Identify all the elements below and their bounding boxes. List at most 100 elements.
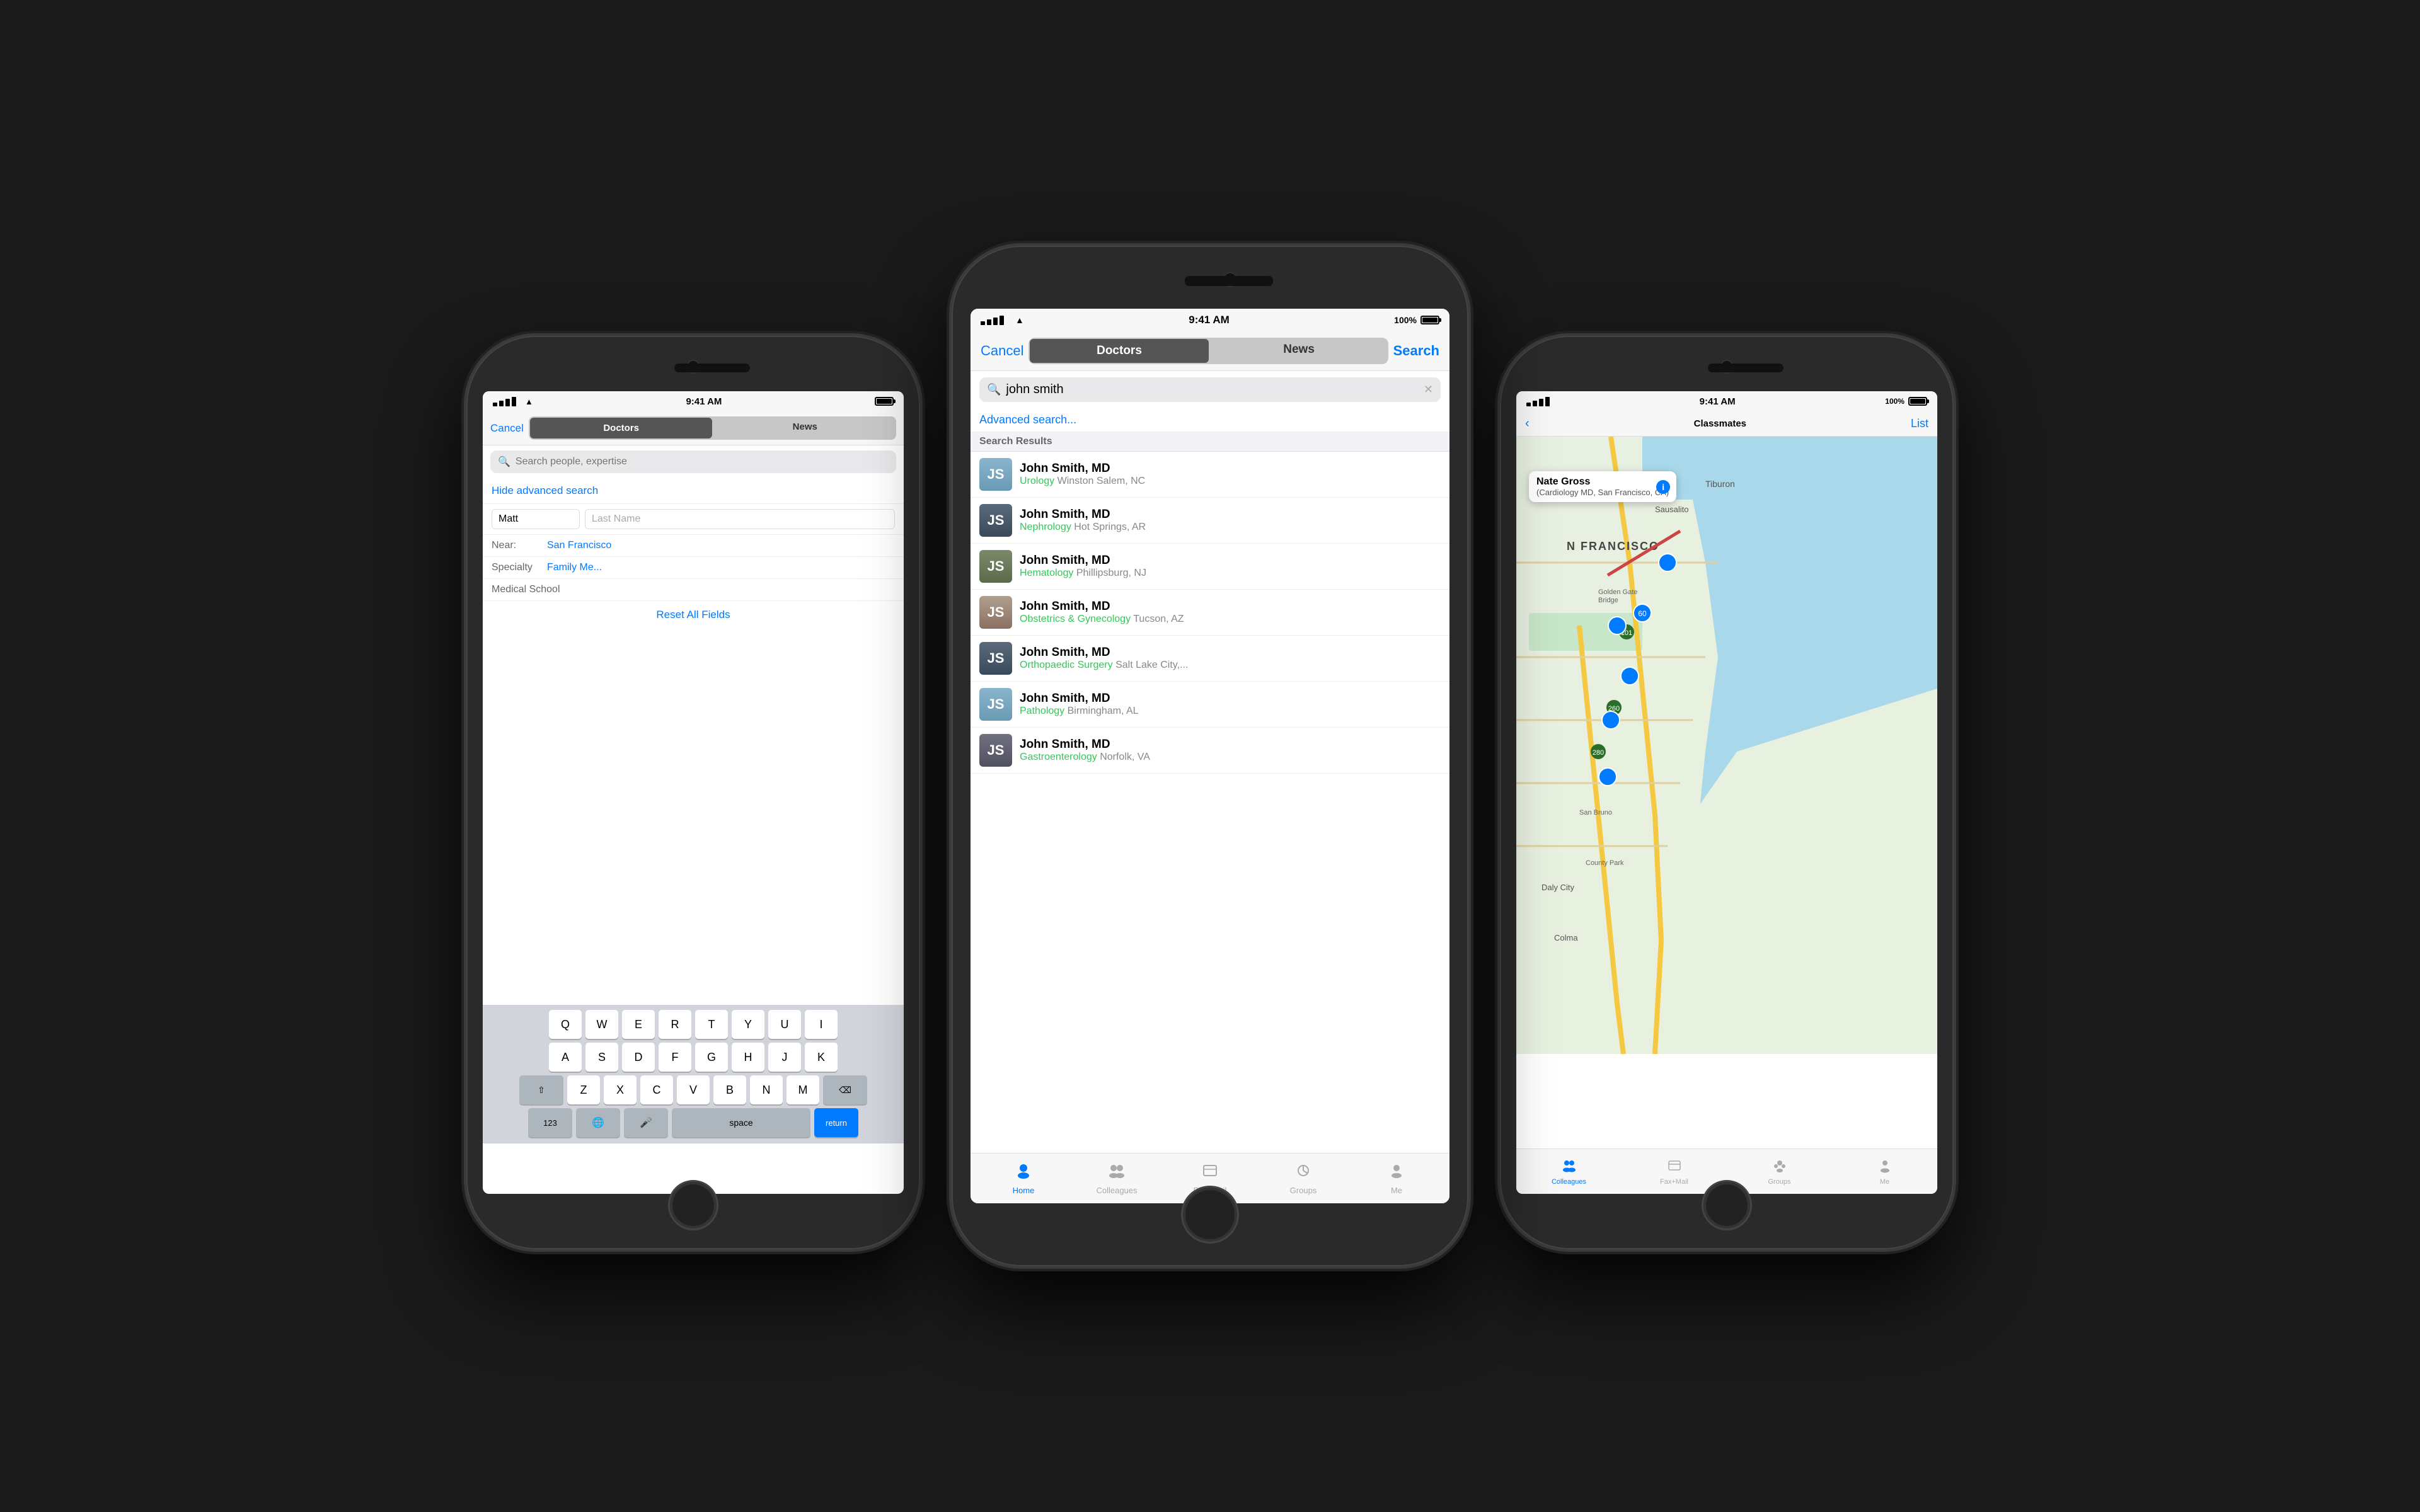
result-item-2[interactable]: JS John Smith, MD Nephrology Hot Springs… [971, 498, 1449, 544]
right-battery [1908, 397, 1927, 406]
key-v[interactable]: V [677, 1075, 710, 1104]
svg-text:Daly City: Daly City [1541, 883, 1575, 892]
right-status-left [1526, 397, 1550, 406]
svg-text:Bridge: Bridge [1598, 597, 1618, 604]
result-item-6[interactable]: JS John Smith, MD Pathology Birmingham, … [971, 682, 1449, 728]
specialty-value[interactable]: Family Me... [547, 562, 602, 573]
left-nav-bar: Cancel Doctors News [483, 411, 904, 445]
key-mic[interactable]: 🎤 [624, 1108, 668, 1137]
center-home-button[interactable] [1181, 1186, 1239, 1244]
center-search-input[interactable] [1006, 382, 1418, 397]
groups-icon [1294, 1162, 1312, 1184]
key-r[interactable]: R [659, 1010, 691, 1039]
key-g[interactable]: G [695, 1043, 728, 1072]
specialty-4: Obstetrics & Gynecology [1020, 614, 1131, 624]
kb-row-3: ⇧ Z X C V B N M ⌫ [485, 1075, 901, 1104]
r-dot-3 [1539, 399, 1543, 406]
key-s[interactable]: S [585, 1043, 618, 1072]
advanced-search-link[interactable]: Advanced search... [971, 408, 1449, 432]
left-cancel-button[interactable]: Cancel [490, 422, 524, 435]
center-search-button[interactable]: Search [1393, 343, 1439, 359]
key-b[interactable]: B [713, 1075, 746, 1104]
search-results-header: Search Results [971, 432, 1449, 452]
result-avatar-4: JS [979, 596, 1012, 629]
key-f[interactable]: F [659, 1043, 691, 1072]
near-value[interactable]: San Francisco [547, 540, 611, 551]
battery-bar [875, 397, 894, 406]
key-space[interactable]: space [672, 1108, 810, 1137]
callout-info-button[interactable]: i [1656, 480, 1670, 494]
right-home-button[interactable] [1702, 1180, 1752, 1230]
result-item-3[interactable]: JS John Smith, MD Hematology Phillipsbur… [971, 544, 1449, 590]
key-c[interactable]: C [640, 1075, 673, 1104]
center-doctors-tab[interactable]: Doctors [1030, 339, 1208, 363]
first-name-input[interactable] [492, 509, 580, 529]
key-j[interactable]: J [768, 1043, 801, 1072]
left-status-right [875, 397, 894, 406]
key-q[interactable]: Q [549, 1010, 582, 1039]
key-shift[interactable]: ⇧ [519, 1075, 563, 1104]
tab-groups[interactable]: Groups [1257, 1162, 1350, 1195]
right-back-button[interactable]: ‹ [1525, 416, 1530, 431]
center-status-bar: ▲ 9:41 AM 100% [971, 309, 1449, 331]
key-u[interactable]: U [768, 1010, 801, 1039]
result-item-4[interactable]: JS John Smith, MD Obstetrics & Gynecolog… [971, 590, 1449, 636]
result-specialty-4: Obstetrics & Gynecology Tucson, AZ [1020, 614, 1441, 625]
left-segment-control: Doctors News [529, 416, 896, 440]
result-name-4: John Smith, MD [1020, 600, 1441, 614]
avatar-face-1: JS [979, 458, 1012, 491]
near-label: Near: [492, 540, 542, 551]
key-e[interactable]: E [622, 1010, 655, 1039]
center-cancel-button[interactable]: Cancel [981, 343, 1023, 359]
avatar-face-4: JS [979, 596, 1012, 629]
signal-dot-3 [505, 399, 510, 406]
hide-advanced-link[interactable]: Hide advanced search [483, 478, 904, 504]
reset-fields-button[interactable]: Reset All Fields [483, 601, 904, 629]
key-y[interactable]: Y [732, 1010, 764, 1039]
result-item-1[interactable]: JS John Smith, MD Urology Winston Salem,… [971, 452, 1449, 498]
callout-name: Nate Gross [1536, 476, 1669, 488]
tab-colleagues[interactable]: Colleagues [1070, 1162, 1163, 1195]
key-m[interactable]: M [786, 1075, 819, 1104]
avatar-face-6: JS [979, 688, 1012, 721]
key-a[interactable]: A [549, 1043, 582, 1072]
key-123[interactable]: 123 [528, 1108, 572, 1137]
tab-me-label: Me [1391, 1186, 1402, 1195]
right-tab-colleagues[interactable]: Colleagues [1516, 1158, 1622, 1186]
result-name-3: John Smith, MD [1020, 554, 1441, 568]
center-news-tab[interactable]: News [1210, 338, 1388, 364]
key-k[interactable]: K [805, 1043, 838, 1072]
tab-home[interactable]: Home [977, 1162, 1070, 1195]
key-i[interactable]: I [805, 1010, 838, 1039]
center-battery-pct: 100% [1394, 315, 1417, 325]
key-z[interactable]: Z [567, 1075, 600, 1104]
result-item-5[interactable]: JS John Smith, MD Orthopaedic Surgery Sa… [971, 636, 1449, 682]
left-status-bar: ▲ 9:41 AM [483, 391, 904, 411]
result-name-5: John Smith, MD [1020, 646, 1441, 660]
key-globe[interactable]: 🌐 [576, 1108, 620, 1137]
result-item-7[interactable]: JS John Smith, MD Gastroenterology Norfo… [971, 728, 1449, 774]
left-home-button[interactable] [668, 1180, 718, 1230]
r-dot-4 [1545, 397, 1550, 406]
left-news-tab[interactable]: News [713, 416, 896, 440]
left-search-input[interactable] [516, 456, 889, 467]
right-tab-faxmail[interactable]: Fax+Mail [1622, 1158, 1727, 1186]
key-h[interactable]: H [732, 1043, 764, 1072]
key-x[interactable]: X [604, 1075, 637, 1104]
right-tab-me[interactable]: Me [1832, 1158, 1937, 1186]
right-tab-groups-label: Groups [1768, 1178, 1790, 1186]
key-n[interactable]: N [750, 1075, 783, 1104]
right-list-button[interactable]: List [1911, 417, 1928, 430]
key-w[interactable]: W [585, 1010, 618, 1039]
last-name-input[interactable] [585, 509, 895, 529]
key-return[interactable]: return [814, 1108, 858, 1137]
specialty-3: Hematology [1020, 568, 1073, 578]
right-phone-screen: 9:41 AM 100% ‹ Classmates List [1516, 391, 1937, 1194]
key-d[interactable]: D [622, 1043, 655, 1072]
key-delete[interactable]: ⌫ [823, 1075, 867, 1104]
search-clear-button[interactable]: ✕ [1424, 383, 1433, 396]
left-doctors-tab[interactable]: Doctors [530, 418, 713, 438]
key-t[interactable]: T [695, 1010, 728, 1039]
right-tab-groups[interactable]: Groups [1727, 1158, 1832, 1186]
tab-me[interactable]: Me [1350, 1162, 1443, 1195]
